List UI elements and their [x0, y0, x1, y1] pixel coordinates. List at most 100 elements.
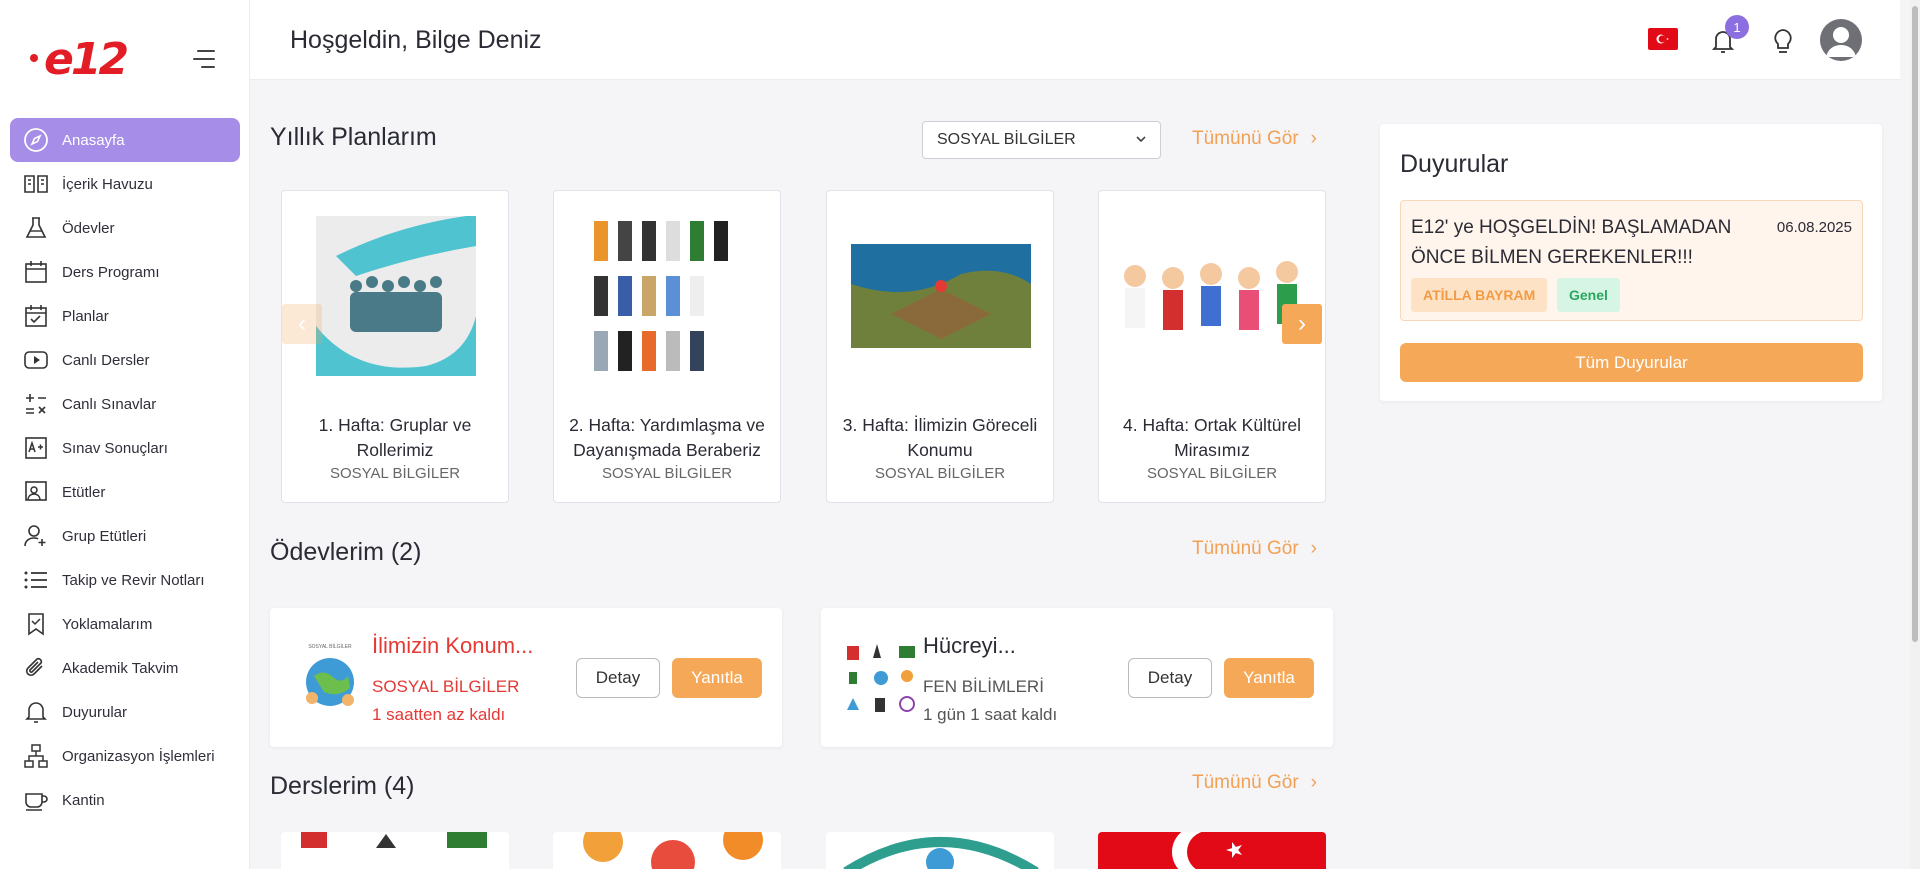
- announcements-panel: Duyurular E12' ye HOŞGELDİN! BAŞLAMADAN …: [1380, 124, 1882, 401]
- plan-card-subject: SOSYAL BİLGİLER: [1146, 465, 1278, 482]
- calendar-icon: [22, 258, 50, 286]
- paperclip-icon: [22, 654, 50, 682]
- sidebar-item-label: Anasayfa: [62, 131, 125, 149]
- sidebar-item-label: Planlar: [62, 307, 109, 325]
- sidebar-item-label: Akademik Takvim: [62, 659, 179, 677]
- carousel-next-button[interactable]: ›: [1282, 304, 1322, 344]
- sidebar-item-grup-etutleri[interactable]: Grup Etütleri: [10, 514, 240, 558]
- calendar-check-icon: [22, 302, 50, 330]
- plan-card-title: 1. Hafta: Gruplar ve Rollerimiz: [318, 415, 472, 460]
- sidebar-item-label: Organizasyon İşlemleri: [62, 747, 215, 765]
- announcements-title: Duyurular: [1400, 150, 1509, 178]
- sidebar-item-yoklamalarim[interactable]: Yoklamalarım: [10, 602, 240, 646]
- sidebar-item-takip-revir[interactable]: Takip ve Revir Notları: [10, 558, 240, 602]
- homework-time-left: 1 gün 1 saat kaldı: [923, 705, 1058, 724]
- sidebar-item-icerik-havuzu[interactable]: İçerik Havuzu: [10, 162, 240, 206]
- sidebar-item-canli-dersler[interactable]: Canlı Dersler: [10, 338, 240, 382]
- list-icon: [22, 566, 50, 594]
- plan-card-subject: SOSYAL BİLGİLER: [874, 465, 1006, 482]
- announcement-text: E12' ye HOŞGELDİN! BAŞLAMADAN ÖNCE BİLME…: [1411, 217, 1732, 268]
- plans-section-title: Yıllık Planlarım: [270, 123, 437, 151]
- chevron-right-icon: ›: [1298, 310, 1306, 337]
- scrollbar-thumb[interactable]: [1912, 6, 1918, 642]
- sidebar-item-odevler[interactable]: Ödevler: [10, 206, 240, 250]
- plan-card-image: [1109, 203, 1317, 388]
- sidebar-item-ders-programi[interactable]: Ders Programı: [10, 250, 240, 294]
- topbar: Hoşgeldin, Bilge Deniz 1: [250, 0, 1900, 80]
- homework-title: İlimizin Konum...: [372, 633, 534, 658]
- sidebar-item-label: Etütler: [62, 483, 106, 501]
- sidebar-item-planlar[interactable]: Planlar: [10, 294, 240, 338]
- homework-card[interactable]: Hücreyi... FEN BİLİMLERİ 1 gün 1 saat ka…: [821, 608, 1333, 747]
- homework-subject: FEN BİLİMLERİ: [923, 677, 1044, 696]
- announcement-category-tag: Genel: [1557, 278, 1620, 312]
- notification-badge: 1: [1725, 15, 1749, 39]
- org-chart-icon: [22, 742, 50, 770]
- sidebar-item-etutler[interactable]: Etütler: [10, 470, 240, 514]
- plan-card[interactable]: 3. Hafta: İlimizin Göreceli Konumu SOSYA…: [826, 190, 1054, 503]
- e12-logo[interactable]: e12: [30, 34, 129, 85]
- sidebar-item-label: Kantin: [62, 791, 105, 809]
- detail-button[interactable]: Detay: [576, 658, 660, 698]
- all-announcements-button[interactable]: Tüm Duyurular: [1400, 343, 1863, 382]
- cup-icon: [22, 786, 50, 814]
- plan-card[interactable]: 1. Hafta: Gruplar ve Rollerimiz SOSYAL B…: [281, 190, 509, 503]
- plan-card-subject: SOSYAL BİLGİLER: [601, 465, 733, 482]
- course-card[interactable]: [826, 832, 1054, 869]
- sidebar-item-label: Sınav Sonuçları: [62, 439, 168, 457]
- sidebar-item-kantin[interactable]: Kantin: [10, 778, 240, 822]
- math-operators-icon: [22, 390, 50, 418]
- sidebar-item-label: Ders Programı: [62, 263, 160, 281]
- book-open-icon: [22, 170, 50, 198]
- homework-section-title: Ödevlerim (2): [270, 538, 422, 566]
- reply-button[interactable]: Yanıtla: [672, 658, 762, 698]
- sidebar-item-anasayfa[interactable]: Anasayfa: [10, 118, 240, 162]
- subject-select[interactable]: SOSYAL BİLGİLER: [922, 121, 1161, 159]
- plan-card-image: [564, 203, 772, 388]
- sidebar-item-akademik-takvim[interactable]: Akademik Takvim: [10, 646, 240, 690]
- plan-card-image: [837, 203, 1045, 388]
- turkish-flag-icon[interactable]: [1648, 28, 1678, 50]
- menu-toggle-icon[interactable]: [193, 50, 215, 68]
- sidebar-item-label: İçerik Havuzu: [62, 175, 153, 193]
- announcement-item[interactable]: E12' ye HOŞGELDİN! BAŞLAMADAN ÖNCE BİLME…: [1400, 200, 1863, 321]
- sidebar-item-sinav-sonuclari[interactable]: Sınav Sonuçları: [10, 426, 240, 470]
- plan-card-title: 2. Hafta: Yardımlaşma ve Dayanışmada Ber…: [569, 415, 765, 460]
- courses-section-title: Derslerim (4): [270, 772, 415, 800]
- detail-button[interactable]: Detay: [1128, 658, 1212, 698]
- lightbulb-icon[interactable]: [1768, 26, 1798, 56]
- homework-see-all-link[interactable]: Tümünü Gör ›: [1192, 538, 1317, 560]
- sidebar-item-organizasyon[interactable]: Organizasyon İşlemleri: [10, 734, 240, 778]
- sidebar-item-label: Ödevler: [62, 219, 115, 237]
- user-avatar[interactable]: [1820, 19, 1862, 61]
- sidebar-item-label: Canlı Sınavlar: [62, 395, 157, 413]
- svg-text:SOSYAL BİLGİLER: SOSYAL BİLGİLER: [308, 643, 352, 650]
- plan-card[interactable]: 4. Hafta: Ortak Kültürel Mirasımız SOSYA…: [1098, 190, 1326, 503]
- page-scrollbar[interactable]: [1910, 0, 1920, 869]
- welcome-title: Hoşgeldin, Bilge Deniz: [290, 26, 542, 54]
- user-add-icon: [22, 522, 50, 550]
- course-card[interactable]: [1098, 832, 1326, 869]
- reply-button[interactable]: Yanıtla: [1224, 658, 1314, 698]
- chevron-right-icon: ›: [1310, 538, 1317, 559]
- plan-card-image: [292, 203, 500, 388]
- globe-kids-image: SOSYAL BİLGİLER: [290, 638, 370, 718]
- science-icons-image: [841, 638, 921, 718]
- homework-card[interactable]: SOSYAL BİLGİLER İlimizin Konum... SOSYAL…: [270, 608, 782, 747]
- sidebar-item-label: Duyurular: [62, 703, 128, 721]
- subject-select-value: SOSYAL BİLGİLER: [937, 131, 1076, 148]
- flask-icon: [22, 214, 50, 242]
- chevron-right-icon: ›: [1310, 128, 1317, 149]
- carousel-prev-button[interactable]: ‹: [282, 304, 322, 344]
- plan-card[interactable]: 2. Hafta: Yardımlaşma ve Dayanışmada Ber…: [553, 190, 781, 503]
- announcement-date: 06.08.2025: [1776, 219, 1852, 236]
- sidebar-item-canli-sinavlar[interactable]: Canlı Sınavlar: [10, 382, 240, 426]
- chevron-down-icon: [1134, 132, 1148, 151]
- courses-see-all-link[interactable]: Tümünü Gör ›: [1192, 772, 1317, 794]
- course-card[interactable]: [281, 832, 509, 869]
- course-card[interactable]: [553, 832, 781, 869]
- grade-icon: [22, 434, 50, 462]
- homework-time-left: 1 saatten az kaldı: [372, 705, 506, 724]
- plans-see-all-link[interactable]: Tümünü Gör ›: [1192, 128, 1317, 150]
- sidebar-item-duyurular[interactable]: Duyurular: [10, 690, 240, 734]
